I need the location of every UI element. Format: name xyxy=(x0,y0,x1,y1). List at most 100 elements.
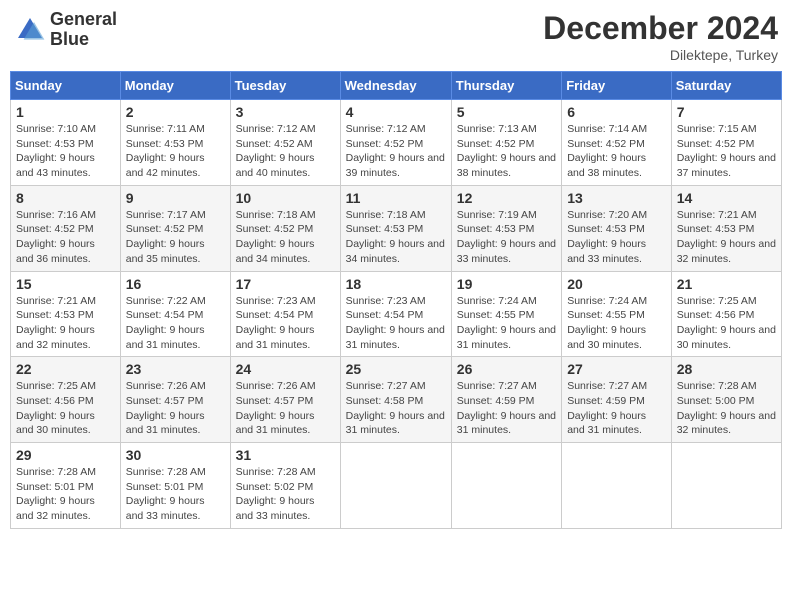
day-info: Sunrise: 7:23 AM Sunset: 4:54 PM Dayligh… xyxy=(236,294,335,353)
day-info: Sunrise: 7:15 AM Sunset: 4:52 PM Dayligh… xyxy=(677,122,776,181)
day-info: Sunrise: 7:22 AM Sunset: 4:54 PM Dayligh… xyxy=(126,294,225,353)
table-row: 28 Sunrise: 7:28 AM Sunset: 5:00 PM Dayl… xyxy=(671,357,781,443)
table-row: 31 Sunrise: 7:28 AM Sunset: 5:02 PM Dayl… xyxy=(230,443,340,529)
day-number: 25 xyxy=(346,361,446,377)
day-number: 16 xyxy=(126,276,225,292)
table-row: 4 Sunrise: 7:12 AM Sunset: 4:52 PM Dayli… xyxy=(340,100,451,186)
table-row: 5 Sunrise: 7:13 AM Sunset: 4:52 PM Dayli… xyxy=(451,100,561,186)
header-sunday: Sunday xyxy=(11,72,121,100)
table-row: 27 Sunrise: 7:27 AM Sunset: 4:59 PM Dayl… xyxy=(562,357,672,443)
logo-text: General Blue xyxy=(50,10,117,50)
day-info: Sunrise: 7:19 AM Sunset: 4:53 PM Dayligh… xyxy=(457,208,556,267)
day-number: 4 xyxy=(346,104,446,120)
day-info: Sunrise: 7:10 AM Sunset: 4:53 PM Dayligh… xyxy=(16,122,115,181)
calendar-header-row: Sunday Monday Tuesday Wednesday Thursday… xyxy=(11,72,782,100)
table-row xyxy=(671,443,781,529)
day-number: 13 xyxy=(567,190,666,206)
table-row: 20 Sunrise: 7:24 AM Sunset: 4:55 PM Dayl… xyxy=(562,271,672,357)
calendar-table: Sunday Monday Tuesday Wednesday Thursday… xyxy=(10,71,782,529)
day-info: Sunrise: 7:25 AM Sunset: 4:56 PM Dayligh… xyxy=(677,294,776,353)
table-row: 15 Sunrise: 7:21 AM Sunset: 4:53 PM Dayl… xyxy=(11,271,121,357)
day-number: 9 xyxy=(126,190,225,206)
table-row: 13 Sunrise: 7:20 AM Sunset: 4:53 PM Dayl… xyxy=(562,185,672,271)
day-info: Sunrise: 7:28 AM Sunset: 5:01 PM Dayligh… xyxy=(126,465,225,524)
day-number: 27 xyxy=(567,361,666,377)
day-info: Sunrise: 7:27 AM Sunset: 4:59 PM Dayligh… xyxy=(457,379,556,438)
location-subtitle: Dilektepe, Turkey xyxy=(543,47,778,63)
day-info: Sunrise: 7:20 AM Sunset: 4:53 PM Dayligh… xyxy=(567,208,666,267)
day-number: 31 xyxy=(236,447,335,463)
day-info: Sunrise: 7:11 AM Sunset: 4:53 PM Dayligh… xyxy=(126,122,225,181)
calendar-week-row: 15 Sunrise: 7:21 AM Sunset: 4:53 PM Dayl… xyxy=(11,271,782,357)
day-number: 17 xyxy=(236,276,335,292)
header-friday: Friday xyxy=(562,72,672,100)
day-number: 18 xyxy=(346,276,446,292)
day-info: Sunrise: 7:27 AM Sunset: 4:59 PM Dayligh… xyxy=(567,379,666,438)
table-row: 7 Sunrise: 7:15 AM Sunset: 4:52 PM Dayli… xyxy=(671,100,781,186)
header-monday: Monday xyxy=(120,72,230,100)
day-number: 10 xyxy=(236,190,335,206)
day-info: Sunrise: 7:26 AM Sunset: 4:57 PM Dayligh… xyxy=(236,379,335,438)
day-number: 3 xyxy=(236,104,335,120)
calendar-week-row: 22 Sunrise: 7:25 AM Sunset: 4:56 PM Dayl… xyxy=(11,357,782,443)
day-number: 19 xyxy=(457,276,556,292)
day-number: 14 xyxy=(677,190,776,206)
day-info: Sunrise: 7:12 AM Sunset: 4:52 PM Dayligh… xyxy=(346,122,446,181)
day-number: 23 xyxy=(126,361,225,377)
day-number: 5 xyxy=(457,104,556,120)
table-row xyxy=(451,443,561,529)
day-info: Sunrise: 7:28 AM Sunset: 5:01 PM Dayligh… xyxy=(16,465,115,524)
day-number: 12 xyxy=(457,190,556,206)
table-row: 16 Sunrise: 7:22 AM Sunset: 4:54 PM Dayl… xyxy=(120,271,230,357)
day-number: 22 xyxy=(16,361,115,377)
day-number: 28 xyxy=(677,361,776,377)
day-number: 29 xyxy=(16,447,115,463)
table-row: 29 Sunrise: 7:28 AM Sunset: 5:01 PM Dayl… xyxy=(11,443,121,529)
day-number: 26 xyxy=(457,361,556,377)
table-row: 21 Sunrise: 7:25 AM Sunset: 4:56 PM Dayl… xyxy=(671,271,781,357)
day-number: 1 xyxy=(16,104,115,120)
day-info: Sunrise: 7:21 AM Sunset: 4:53 PM Dayligh… xyxy=(677,208,776,267)
header-tuesday: Tuesday xyxy=(230,72,340,100)
day-number: 21 xyxy=(677,276,776,292)
day-info: Sunrise: 7:28 AM Sunset: 5:02 PM Dayligh… xyxy=(236,465,335,524)
table-row: 10 Sunrise: 7:18 AM Sunset: 4:52 PM Dayl… xyxy=(230,185,340,271)
table-row: 11 Sunrise: 7:18 AM Sunset: 4:53 PM Dayl… xyxy=(340,185,451,271)
day-info: Sunrise: 7:17 AM Sunset: 4:52 PM Dayligh… xyxy=(126,208,225,267)
table-row: 17 Sunrise: 7:23 AM Sunset: 4:54 PM Dayl… xyxy=(230,271,340,357)
day-info: Sunrise: 7:12 AM Sunset: 4:52 AM Dayligh… xyxy=(236,122,335,181)
table-row: 30 Sunrise: 7:28 AM Sunset: 5:01 PM Dayl… xyxy=(120,443,230,529)
table-row: 3 Sunrise: 7:12 AM Sunset: 4:52 AM Dayli… xyxy=(230,100,340,186)
month-title: December 2024 xyxy=(543,10,778,47)
table-row: 2 Sunrise: 7:11 AM Sunset: 4:53 PM Dayli… xyxy=(120,100,230,186)
day-info: Sunrise: 7:18 AM Sunset: 4:52 PM Dayligh… xyxy=(236,208,335,267)
header-saturday: Saturday xyxy=(671,72,781,100)
title-block: December 2024 Dilektepe, Turkey xyxy=(543,10,778,63)
day-number: 11 xyxy=(346,190,446,206)
calendar-week-row: 8 Sunrise: 7:16 AM Sunset: 4:52 PM Dayli… xyxy=(11,185,782,271)
table-row: 8 Sunrise: 7:16 AM Sunset: 4:52 PM Dayli… xyxy=(11,185,121,271)
calendar-week-row: 1 Sunrise: 7:10 AM Sunset: 4:53 PM Dayli… xyxy=(11,100,782,186)
day-info: Sunrise: 7:24 AM Sunset: 4:55 PM Dayligh… xyxy=(567,294,666,353)
table-row: 18 Sunrise: 7:23 AM Sunset: 4:54 PM Dayl… xyxy=(340,271,451,357)
calendar-week-row: 29 Sunrise: 7:28 AM Sunset: 5:01 PM Dayl… xyxy=(11,443,782,529)
table-row: 6 Sunrise: 7:14 AM Sunset: 4:52 PM Dayli… xyxy=(562,100,672,186)
header-thursday: Thursday xyxy=(451,72,561,100)
day-number: 20 xyxy=(567,276,666,292)
day-number: 7 xyxy=(677,104,776,120)
table-row: 23 Sunrise: 7:26 AM Sunset: 4:57 PM Dayl… xyxy=(120,357,230,443)
day-info: Sunrise: 7:25 AM Sunset: 4:56 PM Dayligh… xyxy=(16,379,115,438)
day-number: 2 xyxy=(126,104,225,120)
table-row: 9 Sunrise: 7:17 AM Sunset: 4:52 PM Dayli… xyxy=(120,185,230,271)
day-info: Sunrise: 7:27 AM Sunset: 4:58 PM Dayligh… xyxy=(346,379,446,438)
day-info: Sunrise: 7:23 AM Sunset: 4:54 PM Dayligh… xyxy=(346,294,446,353)
logo: General Blue xyxy=(14,10,117,50)
day-info: Sunrise: 7:28 AM Sunset: 5:00 PM Dayligh… xyxy=(677,379,776,438)
page-header: General Blue December 2024 Dilektepe, Tu… xyxy=(10,10,782,63)
day-info: Sunrise: 7:24 AM Sunset: 4:55 PM Dayligh… xyxy=(457,294,556,353)
day-info: Sunrise: 7:21 AM Sunset: 4:53 PM Dayligh… xyxy=(16,294,115,353)
day-info: Sunrise: 7:13 AM Sunset: 4:52 PM Dayligh… xyxy=(457,122,556,181)
day-info: Sunrise: 7:14 AM Sunset: 4:52 PM Dayligh… xyxy=(567,122,666,181)
table-row: 14 Sunrise: 7:21 AM Sunset: 4:53 PM Dayl… xyxy=(671,185,781,271)
table-row: 12 Sunrise: 7:19 AM Sunset: 4:53 PM Dayl… xyxy=(451,185,561,271)
